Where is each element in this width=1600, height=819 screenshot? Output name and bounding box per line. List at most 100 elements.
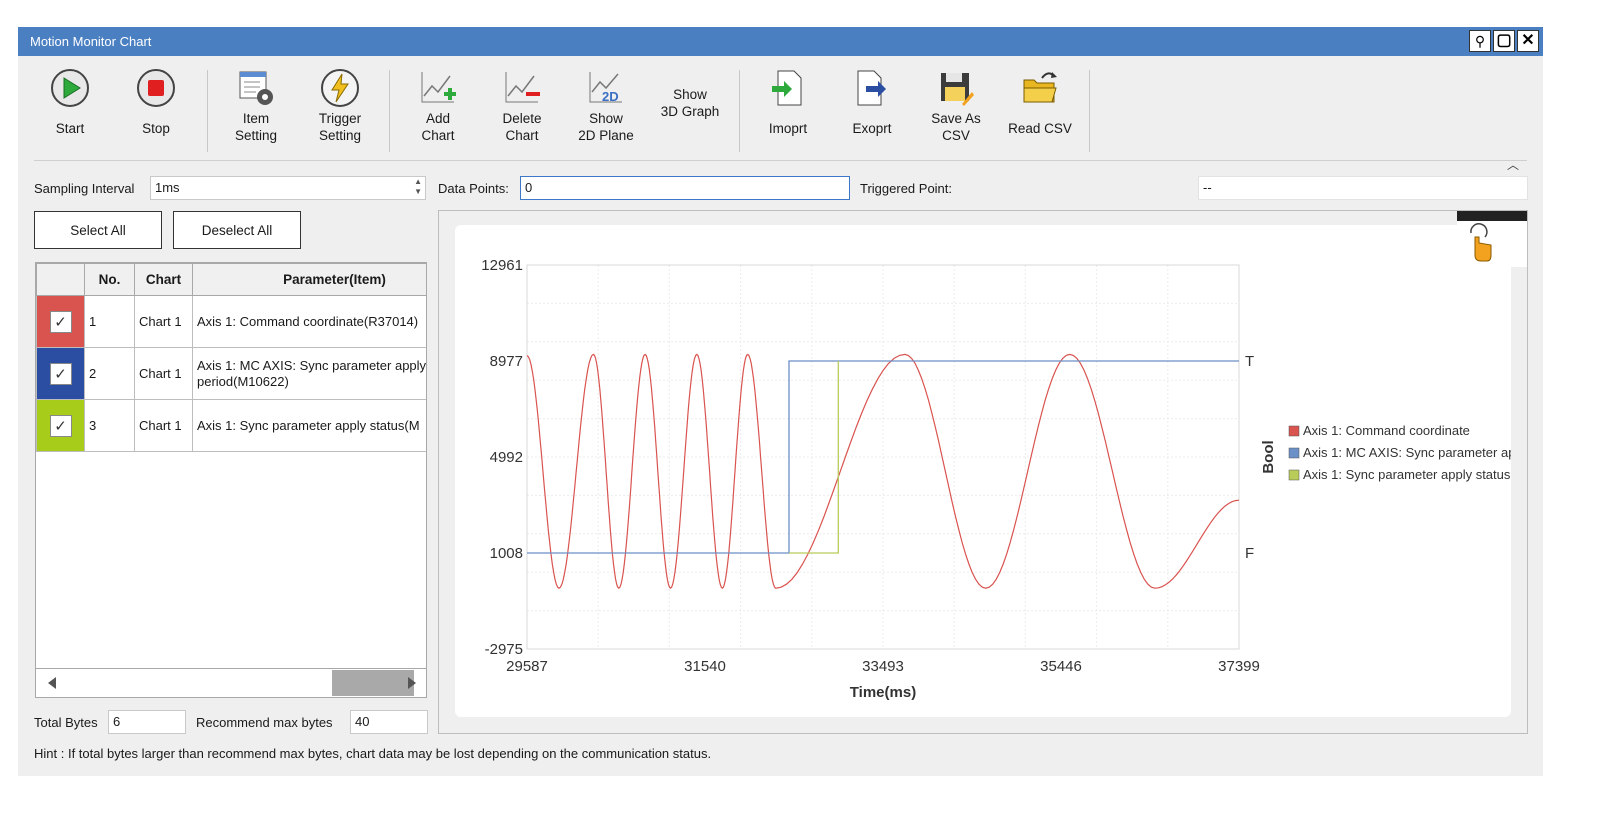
show-3d-graph-label: Show 3D Graph — [660, 87, 720, 119]
select-all-button[interactable]: Select All — [34, 211, 162, 249]
toolbar-separator — [389, 70, 390, 152]
chart-container: 12961 8977 4992 1008 -2975 29587 31540 33493 354… — [438, 210, 1528, 734]
show-2d-plane-label: Show 2D Plane — [578, 111, 634, 143]
scroll-thumb[interactable] — [332, 670, 414, 696]
save-icon — [917, 66, 995, 110]
row-checkbox[interactable]: ✓ — [49, 362, 72, 385]
y-tick-label: 8977 — [490, 353, 523, 370]
legend-entry[interactable]: Axis 1: Command coordinate — [1303, 423, 1470, 438]
item-setting-icon — [217, 66, 295, 110]
data-points-label: Data Points: — [438, 181, 509, 196]
x-tick-label: 35446 — [1040, 658, 1082, 675]
sampling-interval-value: 1ms — [155, 180, 180, 195]
row-checkbox[interactable]: ✓ — [49, 414, 72, 437]
table-row[interactable]: ✓ 1 Chart 1 Axis 1: Command coordinate(R… — [36, 295, 426, 348]
show-3d-graph-button[interactable]: Show 3D Graph — [651, 86, 729, 120]
delete-chart-button[interactable]: Delete Chart — [483, 66, 561, 144]
data-points-field[interactable]: 0 — [520, 176, 850, 200]
row-chart: Chart 1 — [134, 399, 193, 452]
export-icon — [833, 66, 911, 110]
x-tick-label: 37399 — [1218, 658, 1260, 675]
y-tick-label: 4992 — [490, 449, 523, 466]
x-axis-title: Time(ms) — [850, 684, 916, 701]
add-chart-button[interactable]: Add Chart — [399, 66, 477, 144]
recommend-max-bytes-field[interactable]: 40 — [350, 710, 428, 734]
legend-entry[interactable]: Axis 1: Sync parameter apply status — [1303, 467, 1511, 482]
title-bar: Motion Monitor Chart ⚲ ▢ ✕ — [18, 27, 1543, 56]
import-icon — [749, 66, 827, 110]
x-tick-label: 31540 — [684, 658, 726, 675]
chart-panel: 12961 8977 4992 1008 -2975 29587 31540 33493 354… — [455, 225, 1526, 717]
spinner-arrows-icon[interactable]: ▲ ▼ — [414, 177, 422, 197]
triggered-point-value: -- — [1203, 180, 1212, 195]
legend-swatch — [1288, 447, 1300, 459]
toolbar: Start Stop Item Setting Trigger Setting — [18, 56, 1543, 172]
row-parameter: Axis 1: Sync parameter apply status(M — [192, 399, 426, 452]
row-parameter-line2: period(M10622) — [197, 373, 289, 389]
row-no: 2 — [84, 347, 135, 400]
row-no: 3 — [84, 399, 135, 452]
trigger-setting-button[interactable]: Trigger Setting — [301, 66, 379, 144]
legend-swatch — [1288, 425, 1300, 437]
show-2d-plane-button[interactable]: 2D Show 2D Plane — [567, 66, 645, 144]
table-row[interactable]: ✓ 3 Chart 1 Axis 1: Sync parameter apply… — [36, 399, 426, 452]
deselect-all-button[interactable]: Deselect All — [173, 211, 301, 249]
header-parameter: Parameter(Item) — [192, 263, 426, 296]
close-icon[interactable]: ✕ — [1517, 30, 1539, 52]
scroll-left-icon[interactable] — [48, 677, 56, 689]
start-label: Start — [55, 121, 85, 136]
recommend-max-bytes-value: 40 — [355, 714, 370, 729]
sampling-interval-spinner[interactable]: 1ms ▲ ▼ — [150, 176, 426, 200]
right-tick-label: F — [1245, 545, 1254, 562]
row-parameter-line1: Axis 1: MC AXIS: Sync parameter apply — [197, 357, 427, 373]
header-chart: Chart — [134, 263, 193, 296]
right-axis-title: Bool — [1260, 440, 1277, 473]
row-color-cell[interactable]: ✓ — [36, 399, 85, 452]
toolbar-separator — [207, 70, 208, 152]
svg-text:2D: 2D — [602, 89, 619, 104]
item-setting-button[interactable]: Item Setting — [217, 66, 295, 144]
row-chart: Chart 1 — [134, 295, 193, 348]
horizontal-scrollbar[interactable] — [35, 668, 427, 698]
total-bytes-value: 6 — [113, 714, 121, 729]
row-color-cell[interactable]: ✓ — [36, 347, 85, 400]
parameter-table: No. Chart Parameter(Item) ✓ 1 Chart 1 Ax… — [35, 262, 427, 698]
delete-chart-label: Delete Chart — [502, 111, 542, 143]
export-button[interactable]: Exoprt — [833, 66, 911, 137]
table-row[interactable]: ✓ 2 Chart 1 Axis 1: MC AXIS: Sync parame… — [36, 347, 427, 400]
save-as-csv-button[interactable]: Save As CSV — [917, 66, 995, 144]
save-as-csv-label: Save As CSV — [931, 111, 981, 143]
add-chart-label: Add Chart — [421, 111, 455, 143]
toolbar-separator — [1089, 70, 1090, 152]
import-button[interactable]: Imoprt — [749, 66, 827, 137]
lightning-icon — [301, 66, 379, 110]
right-tick-label: T — [1245, 353, 1254, 370]
read-csv-button[interactable]: Read CSV — [1001, 66, 1079, 137]
start-button[interactable]: Start — [31, 66, 109, 137]
chart-tool-panel[interactable] — [1457, 211, 1527, 267]
toolbar-separator — [739, 70, 740, 152]
triggered-point-label: Triggered Point: — [860, 181, 953, 196]
y-tick-label: -2975 — [485, 641, 523, 658]
x-tick-label: 33493 — [862, 658, 904, 675]
row-chart: Chart 1 — [134, 347, 193, 400]
hint-text: Hint : If total bytes larger than recomm… — [34, 746, 712, 761]
import-label: Imoprt — [768, 121, 808, 136]
add-chart-icon — [399, 66, 477, 110]
touch-hand-icon[interactable] — [1457, 221, 1527, 267]
stop-button[interactable]: Stop — [117, 66, 195, 137]
y-tick-label: 12961 — [481, 257, 523, 274]
maximize-icon[interactable]: ▢ — [1493, 30, 1515, 52]
table-header-row: No. Chart Parameter(Item) — [36, 263, 426, 296]
header-select — [36, 263, 85, 296]
total-bytes-label: Total Bytes — [34, 715, 98, 730]
motion-chart[interactable]: 12961 8977 4992 1008 -297529587 31540 33493 354… — [455, 225, 1526, 717]
pin-icon[interactable]: ⚲ — [1469, 30, 1491, 52]
legend-entry[interactable]: Axis 1: MC AXIS: Sync parameter ap... — [1303, 445, 1526, 460]
row-color-cell[interactable]: ✓ — [36, 295, 85, 348]
collapse-ribbon-icon[interactable]: ︿ — [1507, 156, 1519, 173]
trigger-setting-label: Trigger Setting — [318, 111, 362, 143]
row-checkbox[interactable]: ✓ — [49, 310, 72, 333]
delete-chart-icon — [483, 66, 561, 110]
data-points-value: 0 — [525, 180, 533, 195]
